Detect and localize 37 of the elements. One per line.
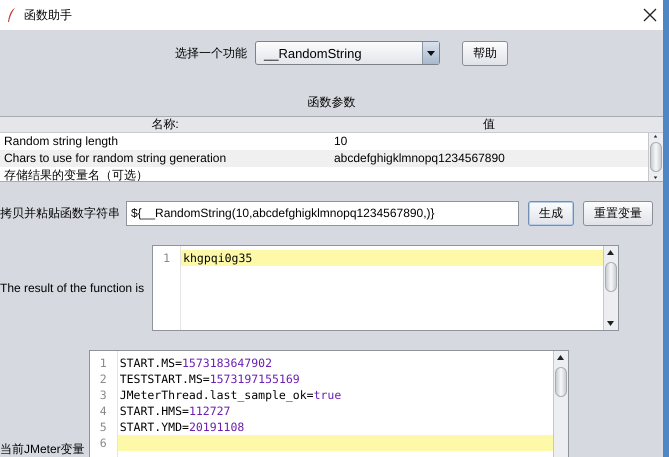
window-title: 函数助手: [24, 6, 72, 24]
line-number: 1: [162, 250, 172, 266]
code-line: START.HMS=112727: [118, 403, 232, 419]
scroll-thumb[interactable]: [605, 262, 618, 292]
button[interactable]: 帮助: [462, 40, 508, 66]
copy-label: 拷贝并粘贴函数字符串: [0, 204, 120, 222]
line-number: 5: [98, 419, 108, 435]
line-number: 4: [98, 403, 108, 419]
variables-label: 当前JMeter变量: [0, 441, 85, 457]
table-cell-text: 存储结果的变量名（可选）: [3, 167, 149, 181]
button[interactable]: 重置变量: [583, 200, 653, 226]
table-cell-text: Chars to use for random string generation: [3, 150, 228, 167]
function-label: 选择一个功能: [175, 44, 247, 62]
column-header: 值: [482, 117, 496, 132]
code-line: TESTSTART.MS=1573197155169: [118, 371, 301, 387]
function-string-field[interactable]: ${__RandomString(10,abcdefghigklmnopq1234567890,)}: [126, 200, 519, 226]
close-icon[interactable]: [643, 8, 657, 22]
scroll-thumb[interactable]: [554, 367, 567, 397]
line-number: 2: [98, 371, 108, 387]
table-cell-text: 10: [333, 133, 348, 150]
button[interactable]: 生成: [528, 200, 574, 226]
feather-icon: [6, 7, 16, 23]
line-number: 6: [98, 435, 108, 451]
code-line: START.YMD=20191108: [118, 419, 246, 435]
line-number: 3: [98, 387, 108, 403]
line-number: 1: [98, 355, 108, 371]
function-dropdown[interactable]: __RandomString: [255, 41, 440, 65]
table-cell-text: Random string length: [3, 133, 120, 150]
result-label: The result of the function is: [0, 281, 144, 295]
scroll-thumb[interactable]: [650, 142, 662, 172]
variables-text-area[interactable]: 1 2 3 4 5 6 START.MS=1573183647902 TESTSTART.MS=1573197155169 JMeterThread.last_sample_ok=true START.HMS=112727 START.YMD=20191108: [88, 350, 569, 457]
result-text-area[interactable]: 1 khgpqi0g35: [152, 245, 620, 331]
section-title: 函数参数: [308, 95, 356, 109]
table-cell-text: abcdefghigklmnopq1234567890: [333, 150, 506, 167]
code-line: JMeterThread.last_sample_ok=true: [118, 387, 342, 403]
column-header: 名称:: [150, 117, 180, 132]
code-line: START.MS=1573183647902: [118, 355, 274, 371]
